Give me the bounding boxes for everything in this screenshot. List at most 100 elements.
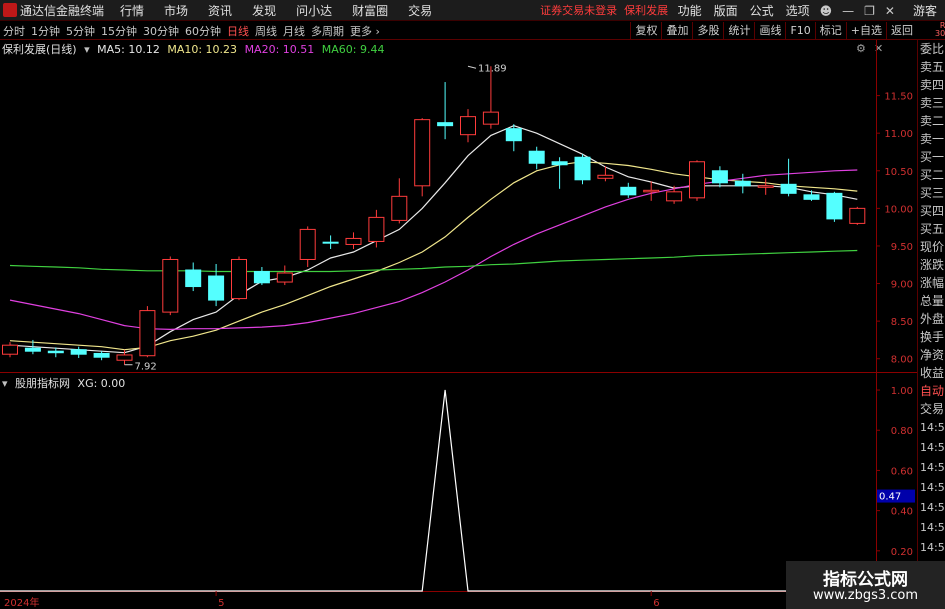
tool-f10[interactable]: F10 (785, 22, 814, 40)
candle-body-up (597, 174, 614, 179)
tool-huaxian[interactable]: 画线 (754, 22, 785, 40)
y-tick-label: 8.50 (891, 317, 913, 328)
minimize-icon[interactable]: — (842, 4, 854, 18)
restore-icon[interactable]: ❐ (864, 4, 875, 18)
period-60min[interactable]: 60分钟 (182, 23, 224, 39)
side-item[interactable]: 买一 (918, 148, 945, 166)
period-1min[interactable]: 1分钟 (28, 23, 63, 39)
menu-shichang[interactable]: 市场 (164, 2, 188, 19)
guest-label[interactable]: 游客 (913, 2, 937, 19)
ma-lines (9, 125, 858, 354)
side-item[interactable]: 自动 (918, 382, 945, 400)
side-item[interactable]: 总量 (918, 292, 945, 310)
side-item[interactable]: 换手 (918, 328, 945, 346)
login-warning[interactable]: 证券交易未登录 保利发展 (540, 2, 668, 18)
menu-gongshi[interactable]: 公式 (750, 2, 774, 19)
period-fenshi[interactable]: 分时 (0, 23, 28, 39)
candle-body-up (643, 189, 660, 193)
side-item[interactable]: 涨幅 (918, 274, 945, 292)
period-weekly[interactable]: 周线 (252, 23, 280, 39)
menu-xuanxiang[interactable]: 选项 (786, 2, 810, 19)
side-item[interactable]: 卖一 (918, 130, 945, 148)
side-item[interactable]: 卖二 (918, 112, 945, 130)
candle-body-up (849, 207, 866, 224)
period-5min[interactable]: 5分钟 (63, 23, 98, 39)
tool-diejia[interactable]: 叠加 (661, 22, 692, 40)
main-y-axis: 11.50 11.00 10.50 10.00 9.50 9.00 8.50 8.00 (876, 92, 913, 366)
menu-faxian[interactable]: 发现 (252, 2, 276, 19)
annotation-pointer (467, 65, 477, 69)
top-right-menus: 功能 版面 公式 选项 ☻ — ❐ ✕ 游客 (666, 0, 945, 21)
side-item[interactable]: 买三 (918, 184, 945, 202)
candle-body-up (414, 119, 431, 187)
candle-body-down (93, 352, 110, 358)
side-item[interactable]: 14:56 (918, 418, 945, 438)
menu-jiaoyi[interactable]: 交易 (408, 2, 432, 19)
sub-y-tick-label: 0.80 (891, 426, 913, 437)
side-item[interactable]: 涨跌 (918, 256, 945, 274)
chart-canvas[interactable]: 11.50 11.00 10.50 10.00 9.50 9.00 8.50 8.00 1.0… (0, 40, 917, 609)
menu-banmian[interactable]: 版面 (714, 2, 738, 19)
tool-fuquan[interactable]: 复权 (630, 22, 661, 40)
menu-hangqing[interactable]: 行情 (120, 2, 144, 19)
side-item[interactable]: 14:56 (918, 458, 945, 478)
side-item[interactable]: 14:56 (918, 438, 945, 458)
candle-body-down (574, 156, 591, 181)
side-item[interactable]: 14:56 (918, 538, 945, 558)
candle-body-up (368, 216, 385, 242)
period-more[interactable]: 更多 › (347, 23, 383, 39)
x-axis-labels: 2024年 5 6 (4, 591, 660, 609)
candle-body-up (460, 116, 476, 136)
xg-indicator (0, 389, 876, 592)
app-title: 通达信金融终端 (20, 3, 105, 18)
watermark: 指标公式网 www.zbgs3.com (786, 561, 945, 609)
side-item[interactable]: 14:56 (918, 478, 945, 498)
candle-body-down (711, 170, 728, 184)
candle-body-down (551, 161, 568, 166)
sub-y-axis: 1.00 0.80 0.60 0.40 0.20 0.47 (876, 386, 915, 558)
side-item[interactable]: 委比 (918, 40, 945, 58)
period-multi[interactable]: 多周期 (308, 23, 347, 39)
menu-wenxiaoda[interactable]: 问小达 (296, 2, 332, 19)
side-badge: R300 (935, 21, 945, 38)
period-monthly[interactable]: 月线 (280, 23, 308, 39)
menu-bar: 通达信金融终端 行情 市场 资讯 发现 问小达 财富圈 交易 证券交易未登录 保… (0, 0, 945, 21)
tool-biaoji[interactable]: 标记 (814, 22, 846, 40)
tool-tongji[interactable]: 统计 (723, 22, 754, 40)
side-item[interactable]: 外盘 (918, 310, 945, 328)
y-tick-label: 8.00 (891, 355, 913, 366)
side-item[interactable]: 卖五 (918, 58, 945, 76)
close-icon[interactable]: ✕ (885, 4, 895, 18)
side-item[interactable]: 交易 (918, 400, 945, 418)
side-item[interactable]: 买五 (918, 220, 945, 238)
period-daily[interactable]: 日线 (224, 23, 252, 39)
tool-add-favorite[interactable]: +自选 (845, 22, 886, 40)
period-30min[interactable]: 30分钟 (140, 23, 182, 39)
tool-back[interactable]: 返回 (886, 22, 917, 40)
annotation-label-low: 7.92 (135, 362, 157, 373)
candle-body-down (208, 275, 225, 301)
menu-zixun[interactable]: 资讯 (208, 2, 232, 19)
side-item[interactable]: 14:56 (918, 498, 945, 518)
ma-line-ma10 (9, 161, 858, 351)
period-15min[interactable]: 15分钟 (98, 23, 140, 39)
side-item[interactable]: 14:56 (918, 518, 945, 538)
side-item[interactable]: 买四 (918, 202, 945, 220)
side-item[interactable]: 收益 (918, 364, 945, 382)
tool-duogu[interactable]: 多股 (692, 22, 723, 40)
price-annotations: 7.92 11.89 (124, 63, 507, 373)
menu-gongneng[interactable]: 功能 (678, 2, 702, 19)
side-item[interactable]: 卖四 (918, 76, 945, 94)
side-item[interactable]: 净资 (918, 346, 945, 364)
candle-body-down (253, 271, 270, 284)
current-value-label: 0.47 (879, 492, 901, 503)
candle-body-up (482, 111, 499, 125)
side-item[interactable]: 现价 (918, 238, 945, 256)
side-item[interactable]: 买二 (918, 166, 945, 184)
sub-y-tick-label: 0.60 (891, 466, 913, 477)
user-icon[interactable]: ☻ (820, 4, 833, 18)
menu-caifuquan[interactable]: 财富圈 (352, 2, 388, 19)
candle-body-up (689, 161, 705, 199)
sub-y-tick-label: 0.40 (891, 507, 913, 518)
side-item[interactable]: 卖三 (918, 94, 945, 112)
